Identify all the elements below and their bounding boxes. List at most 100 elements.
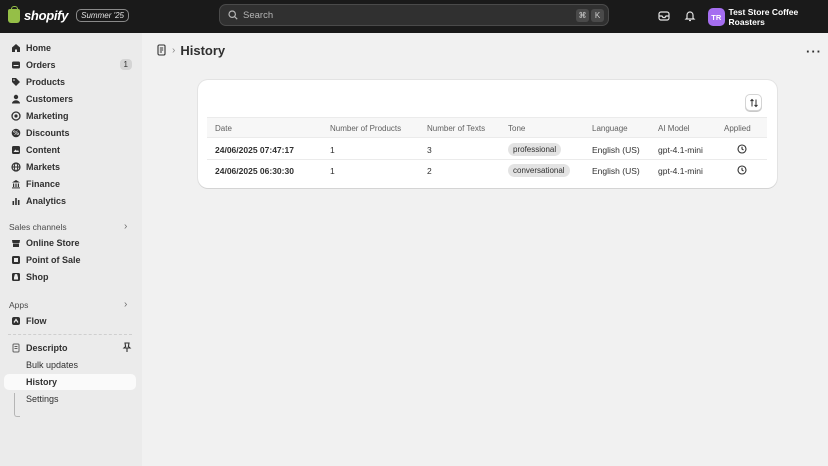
descripto-app-icon [10, 343, 21, 354]
sidebar-item-bulk-updates[interactable]: Bulk updates [4, 357, 136, 373]
inbox-icon[interactable] [657, 9, 671, 23]
sidebar-item-history[interactable]: History [4, 374, 136, 390]
sidebar-item-settings[interactable]: Settings [4, 391, 136, 407]
pos-icon [10, 255, 21, 266]
globe-icon [10, 162, 21, 173]
target-icon [10, 111, 21, 122]
sales-channels-heading[interactable]: Sales channels [9, 222, 67, 232]
row-language: English (US) [592, 145, 640, 155]
discount-icon: % [10, 128, 21, 139]
sidebar-item-marketing[interactable]: Marketing [4, 108, 136, 124]
row-model: gpt-4.1-mini [658, 166, 703, 176]
sidebar-item-content[interactable]: Content [4, 142, 136, 158]
sidebar-item-label: Point of Sale [26, 255, 81, 265]
store-avatar: TR [708, 8, 725, 26]
orders-icon [10, 60, 21, 71]
tone-badge: professional [508, 143, 562, 156]
sidebar-item-discounts[interactable]: % Discounts [4, 125, 136, 141]
column-header-applied: Applied [724, 124, 751, 133]
edition-badge[interactable]: Summer '25 [76, 9, 129, 22]
table-row[interactable]: 24/06/2025 07:47:17 1 3 professional Eng… [207, 139, 767, 160]
descripto-app-icon[interactable] [156, 43, 167, 58]
column-header-language: Language [592, 124, 628, 133]
column-header-date: Date [215, 124, 232, 133]
top-bar: shopify Summer '25 Search ⌘ K TR Test St… [0, 0, 828, 33]
sidebar-item-label: Finance [26, 179, 61, 189]
column-header-tone: Tone [508, 124, 526, 133]
sidebar-item-label: Flow [26, 316, 47, 326]
more-actions-icon[interactable]: ··· [806, 44, 822, 59]
sidebar-item-label: Shop [26, 272, 49, 282]
page-title: History [180, 43, 226, 58]
sidebar-item-shop[interactable]: Shop [4, 269, 136, 285]
search-bar[interactable]: Search ⌘ K [219, 4, 609, 26]
shopify-bag-icon [8, 5, 20, 23]
clock-icon[interactable] [737, 165, 747, 175]
sidebar: Home Orders 1 Products Customers Marketi… [0, 33, 142, 466]
sidebar-item-analytics[interactable]: Analytics [4, 193, 136, 209]
orders-count-badge: 1 [119, 59, 132, 70]
shortcut-key-k: K [591, 9, 604, 22]
sidebar-item-products[interactable]: Products [4, 74, 136, 90]
row-products: 1 [330, 145, 335, 155]
row-model: gpt-4.1-mini [658, 145, 703, 155]
sidebar-item-label: Orders [26, 60, 56, 70]
row-language: English (US) [592, 166, 640, 176]
chevron-right-icon[interactable]: › [124, 221, 127, 232]
sidebar-item-home[interactable]: Home [4, 40, 136, 56]
content-icon [10, 145, 21, 156]
sidebar-item-label: Analytics [26, 196, 67, 206]
row-products: 1 [330, 166, 335, 176]
search-icon [228, 10, 238, 20]
row-date: 24/06/2025 06:30:30 [215, 166, 294, 176]
row-texts: 2 [427, 166, 432, 176]
sidebar-item-label: Discounts [26, 128, 70, 138]
store-icon [10, 238, 21, 249]
search-placeholder: Search [243, 9, 274, 21]
shopify-logo[interactable]: shopify Summer '25 [8, 5, 129, 23]
sidebar-item-label: Marketing [26, 111, 69, 121]
column-header-model: AI Model [658, 124, 690, 133]
bank-icon [10, 179, 21, 190]
sidebar-item-finance[interactable]: Finance [4, 176, 136, 192]
sidebar-item-label: Markets [26, 162, 61, 172]
shop-icon [10, 272, 21, 283]
home-icon [10, 43, 21, 54]
sort-icon [749, 98, 758, 107]
flow-icon [10, 316, 21, 327]
sidebar-divider [8, 334, 132, 335]
sidebar-item-online-store[interactable]: Online Store [4, 235, 136, 251]
sidebar-item-flow[interactable]: Flow [4, 313, 136, 329]
sidebar-item-label: Content [26, 145, 60, 155]
pin-icon[interactable] [122, 342, 132, 355]
sidebar-item-customers[interactable]: Customers [4, 91, 136, 107]
sidebar-item-label: Customers [26, 94, 74, 104]
table-row[interactable]: 24/06/2025 06:30:30 1 2 conversational E… [207, 160, 767, 181]
chevron-right-icon[interactable]: › [124, 299, 127, 310]
sidebar-item-descripto[interactable]: Descripto [4, 340, 136, 356]
sort-button[interactable] [745, 94, 762, 111]
sidebar-item-label: History [26, 377, 58, 387]
sidebar-item-point-of-sale[interactable]: Point of Sale [4, 252, 136, 268]
table-header: Date Number of Products Number of Texts … [207, 117, 767, 138]
store-menu[interactable]: TR Test Store Coffee Roasters [708, 7, 828, 27]
store-name: Test Store Coffee Roasters [728, 7, 799, 27]
page-header: › History [156, 43, 225, 58]
sidebar-item-orders[interactable]: Orders 1 [4, 57, 136, 73]
logo-text: shopify [24, 8, 69, 23]
svg-text:%: % [12, 130, 18, 137]
row-date: 24/06/2025 07:47:17 [215, 145, 294, 155]
chart-icon [10, 196, 21, 207]
sidebar-item-label: Online Store [26, 238, 80, 248]
sidebar-item-label: Descripto [26, 343, 68, 353]
tone-badge: conversational [508, 164, 570, 177]
bell-icon[interactable] [683, 9, 697, 23]
apps-heading[interactable]: Apps [9, 300, 28, 310]
tag-icon [10, 77, 21, 88]
column-header-texts: Number of Texts [427, 124, 486, 133]
breadcrumb-chevron-icon: › [172, 45, 176, 56]
clock-icon[interactable] [737, 144, 747, 154]
sidebar-item-markets[interactable]: Markets [4, 159, 136, 175]
sidebar-item-label: Home [26, 43, 52, 53]
shortcut-key-cmd: ⌘ [576, 9, 589, 22]
